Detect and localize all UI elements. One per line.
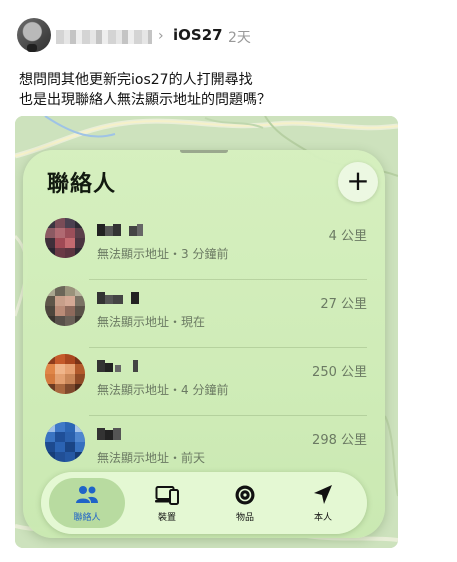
- contact-status: 無法顯示地址・4 分鐘前: [97, 383, 229, 397]
- post-text-line: 想問問其他更新完ios27的人打開尋找: [19, 72, 253, 88]
- tab-label: 本人: [313, 513, 332, 523]
- contact-name-redacted: [97, 292, 139, 304]
- tab-bar: 聯絡人 裝置 物品 本人: [41, 472, 367, 534]
- contact-distance: 27 公里: [320, 297, 367, 312]
- contacts-sheet: 聯絡人 + 無法顯示地址・3 分鐘前 4 公里 無法顯示地址・現在 27 公里 …: [23, 150, 385, 538]
- contact-distance: 4 公里: [328, 229, 367, 244]
- tab-label: 物品: [235, 513, 254, 523]
- attached-screenshot[interactable]: 聯絡人 + 無法顯示地址・3 分鐘前 4 公里 無法顯示地址・現在 27 公里 …: [15, 116, 398, 548]
- tab-label: 裝置: [157, 513, 176, 523]
- add-contact-button[interactable]: +: [338, 162, 378, 202]
- contact-avatar: [45, 354, 85, 394]
- contact-status: 無法顯示地址・現在: [97, 315, 206, 329]
- contact-avatar: [45, 286, 85, 326]
- tab-people[interactable]: 聯絡人: [49, 478, 125, 528]
- chevron-right-icon: ›: [158, 28, 164, 44]
- contact-name-redacted: [97, 224, 143, 236]
- location-arrow-icon: [314, 485, 332, 504]
- avatar[interactable]: [17, 18, 51, 52]
- contact-avatar: [45, 422, 85, 462]
- post-header: › iOS27 2天: [0, 14, 457, 54]
- contact-name-redacted: [97, 360, 138, 372]
- contact-row[interactable]: 無法顯示地址・4 分鐘前 250 公里: [23, 348, 385, 416]
- post-text-line: 也是出現聯絡人無法顯示地址的問題嗎？: [19, 92, 271, 108]
- devices-icon: [155, 486, 179, 505]
- tab-items[interactable]: 物品: [207, 478, 283, 528]
- contact-row[interactable]: 無法顯示地址・3 分鐘前 4 公里: [23, 212, 385, 280]
- contact-name-redacted: [97, 428, 121, 440]
- contact-distance: 298 公里: [312, 433, 367, 448]
- channel-name[interactable]: iOS27: [173, 26, 223, 44]
- people-icon: [76, 486, 98, 503]
- tab-label: 聯絡人: [73, 513, 101, 523]
- tab-me[interactable]: 本人: [285, 478, 361, 528]
- contact-status: 無法顯示地址・3 分鐘前: [97, 247, 229, 261]
- post-time: 2天: [228, 30, 251, 46]
- post-text: 想問問其他更新完ios27的人打開尋找 也是出現聯絡人無法顯示地址的問題嗎？: [19, 70, 439, 110]
- contact-avatar: [45, 218, 85, 258]
- sheet-title: 聯絡人: [47, 172, 117, 197]
- username-redacted[interactable]: [56, 30, 152, 44]
- contact-status: 無法顯示地址・前天: [97, 451, 206, 465]
- airtag-icon: [235, 485, 255, 505]
- sheet-grabber[interactable]: [180, 150, 228, 153]
- contact-row[interactable]: 無法顯示地址・現在 27 公里: [23, 280, 385, 348]
- tab-devices[interactable]: 裝置: [129, 478, 205, 528]
- contact-distance: 250 公里: [312, 365, 367, 380]
